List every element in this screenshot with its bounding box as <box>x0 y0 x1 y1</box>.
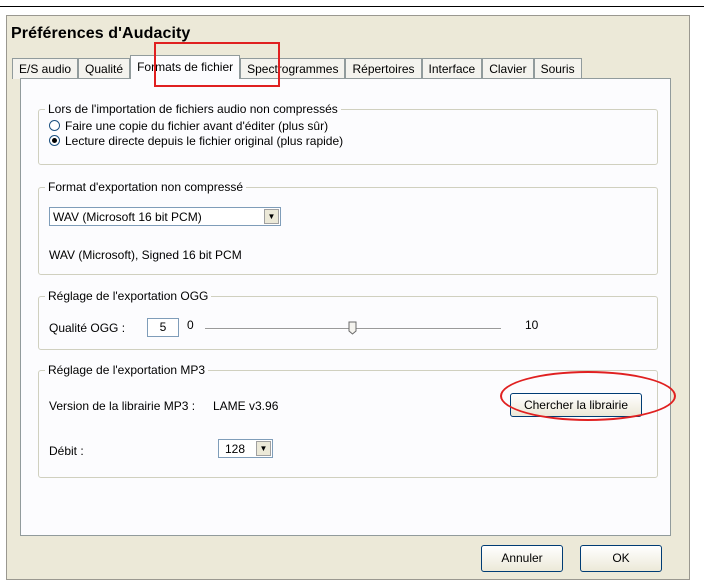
find-library-button[interactable]: Chercher la librairie <box>510 393 642 417</box>
tab-interface[interactable]: Interface <box>421 58 483 79</box>
bitrate-label: Débit : <box>49 444 84 458</box>
tab-repertoires[interactable]: Répertoires <box>345 58 422 79</box>
tab-es-audio[interactable]: E/S audio <box>12 58 79 79</box>
slider-thumb-icon[interactable] <box>348 321 357 335</box>
mp3-version-label: Version de la librairie MP3 : <box>49 399 196 413</box>
formats-panel: Lors de l'importation de fichiers audio … <box>20 78 671 536</box>
ogg-slider-max-label: 10 <box>525 318 539 332</box>
import-group: Lors de l'importation de fichiers audio … <box>38 102 658 165</box>
radio-icon[interactable] <box>49 135 60 146</box>
format-select[interactable]: WAV (Microsoft 16 bit PCM) ▼ <box>49 207 281 226</box>
tab-bar: E/S audio Qualité Formats de fichier Spe… <box>12 55 582 79</box>
format-select-value: WAV (Microsoft 16 bit PCM) <box>53 210 202 224</box>
window-title: Préférences d'Audacity <box>11 25 191 42</box>
export-format-group: Format d'exportation non compressé WAV (… <box>38 180 658 275</box>
ogg-group: Réglage de l'exportation OGG Qualité OGG… <box>38 289 658 350</box>
dropdown-arrow-icon[interactable]: ▼ <box>264 209 279 224</box>
mp3-group: Réglage de l'exportation MP3 Version de … <box>38 363 658 478</box>
radio-icon[interactable] <box>49 120 60 131</box>
ogg-quality-value: 5 <box>147 318 179 337</box>
tab-formats-de-fichier[interactable]: Formats de fichier <box>130 55 241 79</box>
mp3-group-label: Réglage de l'exportation MP3 <box>45 363 209 377</box>
top-rule <box>0 6 704 7</box>
cancel-button[interactable]: Annuler <box>481 545 563 572</box>
tab-qualite[interactable]: Qualité <box>78 58 131 79</box>
tab-spectrogrammes[interactable]: Spectrogrammes <box>240 58 346 79</box>
ogg-quality-label: Qualité OGG : <box>49 321 126 335</box>
import-option-copy[interactable]: Faire une copie du fichier avant d'édite… <box>49 119 328 133</box>
tab-clavier[interactable]: Clavier <box>482 58 534 79</box>
import-group-label: Lors de l'importation de fichiers audio … <box>45 102 341 116</box>
ogg-group-label: Réglage de l'exportation OGG <box>45 289 212 303</box>
import-option-direct[interactable]: Lecture directe depuis le fichier origin… <box>49 134 343 148</box>
mp3-version-value: LAME v3.96 <box>213 399 279 413</box>
import-option-copy-label: Faire une copie du fichier avant d'édite… <box>65 119 329 133</box>
preferences-dialog: Préférences d'Audacity E/S audio Qualité… <box>6 15 690 580</box>
import-option-direct-label: Lecture directe depuis le fichier origin… <box>65 134 344 148</box>
format-description: WAV (Microsoft), Signed 16 bit PCM <box>49 248 242 262</box>
ok-button[interactable]: OK <box>580 545 662 572</box>
dropdown-arrow-icon[interactable]: ▼ <box>256 441 271 456</box>
bitrate-select-value: 128 <box>225 442 246 456</box>
bitrate-select[interactable]: 128 ▼ <box>218 439 273 458</box>
ogg-slider-min-label: 0 <box>187 318 194 332</box>
export-format-group-label: Format d'exportation non compressé <box>45 180 247 194</box>
tab-souris[interactable]: Souris <box>533 58 582 79</box>
